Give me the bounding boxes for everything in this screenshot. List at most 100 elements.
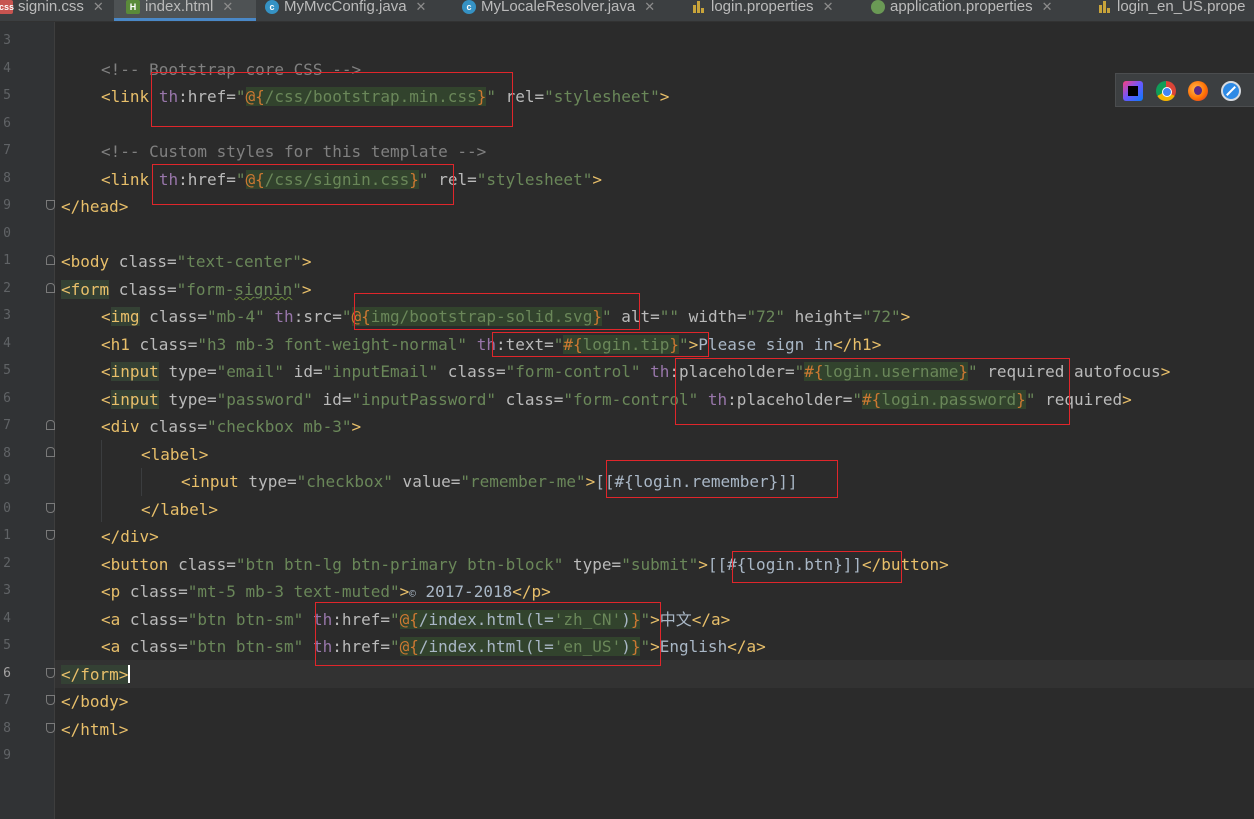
annotation-box-login-tip	[492, 332, 709, 357]
code-token: <button	[101, 555, 169, 574]
tab-signin-css[interactable]: css signin.css ✕	[0, 0, 104, 21]
css-file-icon: css	[0, 0, 15, 14]
safari-icon[interactable]	[1221, 81, 1241, 101]
code-token: "	[176, 280, 187, 299]
code-token: <label>	[141, 445, 209, 464]
close-icon[interactable]: ✕	[416, 0, 427, 14]
code-token: th	[650, 362, 670, 381]
code-token: "password"	[216, 390, 313, 409]
tab-mymvcconfig-java[interactable]: c MyMvcConfig.java ✕	[265, 0, 426, 21]
line-number: 1	[3, 253, 11, 268]
fold-marker-icon[interactable]	[46, 668, 55, 678]
line-number: 2	[3, 281, 11, 296]
chrome-icon[interactable]	[1156, 81, 1176, 101]
code-token: </label>	[141, 500, 219, 519]
html-file-icon: H	[126, 0, 140, 14]
code-token: <	[101, 362, 111, 381]
line-number: 8	[3, 171, 11, 186]
code-token: input	[110, 390, 159, 409]
code-token: "72"	[746, 307, 786, 326]
code-token: type=	[158, 362, 217, 381]
fold-marker-icon[interactable]	[46, 255, 55, 265]
code-token: <h1	[101, 335, 130, 354]
line-number: 0	[3, 226, 11, 241]
code-token: type=	[563, 555, 622, 574]
tab-login-properties[interactable]: login.properties ✕	[692, 0, 833, 21]
fold-marker-icon[interactable]	[46, 530, 55, 540]
code-token: 2017-2018	[415, 582, 513, 601]
close-icon[interactable]: ✕	[93, 0, 104, 14]
line-number: 5	[3, 88, 11, 103]
code-token: <	[101, 390, 111, 409]
indent-guide	[141, 468, 142, 496]
code-line: </body>	[61, 692, 128, 712]
code-token: >	[351, 417, 362, 436]
code-token: class=	[129, 335, 198, 354]
code-token: height=	[785, 307, 863, 326]
fold-marker-icon[interactable]	[46, 723, 55, 733]
close-icon[interactable]: ✕	[1042, 0, 1053, 14]
annotation-box-login-btn	[732, 551, 902, 583]
code-token: "h3 mb-3 font-weight-normal"	[197, 335, 468, 354]
indent-guide	[101, 440, 102, 522]
fold-marker-icon[interactable]	[46, 695, 55, 705]
code-token: >	[585, 472, 596, 491]
firefox-icon[interactable]	[1188, 81, 1208, 101]
line-number-current: 6	[3, 666, 11, 681]
java-class-icon: c	[265, 0, 279, 14]
browser-preview-popup	[1115, 73, 1254, 107]
code-token: signin	[234, 280, 293, 299]
code-token: "inputEmail"	[322, 362, 439, 381]
intellij-idea-icon[interactable]	[1123, 81, 1143, 101]
tab-index-html[interactable]: H index.html ✕	[114, 0, 256, 21]
annotation-box-login-remember	[606, 460, 838, 498]
line-number: 5	[3, 638, 11, 653]
fold-marker-icon[interactable]	[46, 283, 55, 293]
close-icon[interactable]: ✕	[222, 0, 233, 14]
code-token: form	[70, 280, 110, 299]
code-token: </p>	[512, 582, 551, 601]
code-token: <	[101, 307, 111, 326]
code-token: </h1>	[833, 335, 882, 354]
line-number: 5	[3, 363, 11, 378]
fold-marker-icon[interactable]	[46, 503, 55, 513]
line-number: 7	[3, 418, 11, 433]
fold-marker-icon[interactable]	[46, 200, 55, 210]
code-token: class=	[109, 252, 177, 271]
close-icon[interactable]: ✕	[823, 0, 834, 14]
code-token: "checkbox"	[296, 472, 393, 491]
tab-login-en-us-properties[interactable]: login_en_US.prope	[1098, 0, 1245, 21]
code-token: "inputPassword"	[351, 390, 496, 409]
close-icon[interactable]: ✕	[644, 0, 655, 14]
code-token: class=	[120, 610, 188, 629]
line-number: 6	[3, 116, 11, 131]
code-line: </label>	[141, 500, 218, 520]
tab-mylocaleresolver-java[interactable]: c MyLocaleResolver.java ✕	[462, 0, 655, 21]
code-token: </body>	[61, 692, 129, 711]
code-token: class=	[120, 582, 188, 601]
tab-application-properties[interactable]: application.properties ✕	[871, 0, 1053, 21]
code-token: class=	[168, 555, 236, 574]
tab-label: login.properties	[711, 0, 814, 15]
code-line: <p class="mt-5 mb-3 text-muted">© 2017-2…	[101, 582, 551, 602]
tab-label: index.html	[145, 0, 214, 15]
code-token: id=	[312, 390, 352, 409]
code-token: :src=	[293, 307, 342, 326]
tab-label: MyLocaleResolver.java	[481, 0, 636, 15]
line-number: 9	[3, 748, 11, 763]
fold-marker-icon[interactable]	[46, 447, 55, 457]
code-token: type=	[238, 472, 297, 491]
code-token: "btn btn-sm"	[187, 610, 304, 629]
code-token: th	[274, 307, 294, 326]
code-token: >	[900, 307, 911, 326]
code-token: <body	[61, 252, 110, 271]
code-line-current: </form>	[61, 665, 131, 685]
code-token: </a>	[727, 637, 766, 656]
code-token: class=	[438, 362, 506, 381]
line-number: 9	[3, 198, 11, 213]
code-token: </form>	[61, 665, 129, 684]
fold-marker-icon[interactable]	[46, 420, 55, 430]
code-line: </div>	[101, 527, 159, 547]
